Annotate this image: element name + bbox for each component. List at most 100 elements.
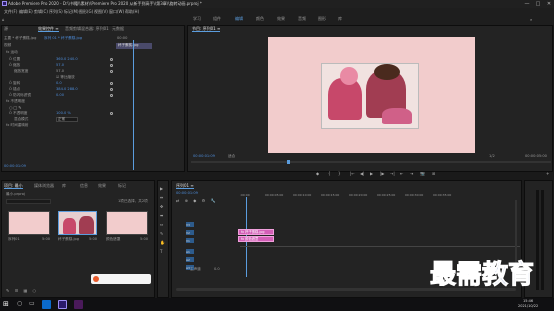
track-target-v2[interactable]: V2 <box>186 230 194 235</box>
fit-select[interactable]: 适合 <box>228 154 235 159</box>
selection-tool-icon[interactable]: ▶ <box>160 186 163 191</box>
razor-tool-icon[interactable]: ⬌ <box>160 213 163 218</box>
tab-libraries[interactable]: 库 <box>62 184 66 188</box>
program-scrubber[interactable] <box>191 161 551 163</box>
motion-effect-label[interactable]: fx 运动 <box>6 50 18 55</box>
clock-time[interactable]: 15:46 <box>523 299 533 304</box>
menu-help[interactable]: 帮助(H) <box>125 10 139 14</box>
pen-tool-icon[interactable]: ✎ <box>160 231 163 236</box>
tab-metadata[interactable]: 元数据 <box>112 27 124 31</box>
workspace-editing[interactable]: 编辑 <box>235 17 243 21</box>
cupcake-thumbnail[interactable] <box>58 211 97 235</box>
tab-effect-controls[interactable]: 效果控件 ≡ <box>38 27 59 32</box>
ripple-edit-tool-icon[interactable]: ✥ <box>160 204 163 209</box>
blend-mode-select[interactable]: 正常 <box>56 117 78 122</box>
go-to-in-icon[interactable]: |← <box>350 171 355 176</box>
maximize-button[interactable]: □ <box>533 1 543 7</box>
go-to-out-icon[interactable]: →| <box>390 171 395 176</box>
play-icon[interactable]: ▶ <box>370 171 373 176</box>
home-icon[interactable]: ⌂ <box>2 17 5 22</box>
task-view-icon[interactable]: ▭ <box>29 300 35 307</box>
search-icon[interactable]: ⌕ <box>530 17 532 22</box>
timeline-clip-cupcake[interactable]: fx 杯子蛋糕.jpg <box>238 229 274 235</box>
menu-graphics[interactable]: 图形(G) <box>79 10 93 14</box>
type-tool-icon[interactable]: T <box>160 249 162 254</box>
track-target-v1[interactable]: V1 <box>186 238 194 243</box>
button-editor-icon[interactable]: + <box>546 171 549 176</box>
menu-marker[interactable]: 标记(M) <box>64 10 79 14</box>
menu-file[interactable]: 文件(F) <box>4 10 17 14</box>
position-value[interactable]: 360.0 240.0 <box>56 57 78 62</box>
sequence-thumbnail[interactable] <box>8 211 50 235</box>
workspace-assembly[interactable]: 组件 <box>213 17 221 21</box>
keyframe-icon[interactable] <box>110 70 113 73</box>
workspace-effects[interactable]: 效果 <box>277 17 285 21</box>
keyframe-icon[interactable] <box>110 88 113 91</box>
resolution-select[interactable]: 1/2 <box>489 154 495 159</box>
opacity-value[interactable]: 100.0 % <box>56 111 71 116</box>
tab-project[interactable]: 项目: 最小 <box>4 184 23 189</box>
color-matte-thumbnail[interactable] <box>106 211 148 235</box>
menu-sequence[interactable]: 序列(S) <box>49 10 63 14</box>
ime-toolbar[interactable] <box>91 274 151 284</box>
track-target-a2[interactable]: A2 <box>186 257 194 262</box>
close-button[interactable]: ✕ <box>544 1 554 7</box>
workspace-libraries[interactable]: 库 <box>338 17 342 21</box>
keyframe-icon[interactable] <box>110 64 113 67</box>
clock-date[interactable]: 2021/10/22 <box>518 304 538 309</box>
tab-effects[interactable]: 效果 <box>98 184 106 188</box>
anchor-value[interactable]: 384.0 288.0 <box>56 87 78 92</box>
timeline-clip-color-matte[interactable]: fx 颜色遮罩 <box>238 236 274 242</box>
mini-playhead[interactable] <box>133 40 134 170</box>
tab-media-browser[interactable]: 媒体浏览器 <box>34 184 54 188</box>
project-view-controls[interactable]: ✎ ☰ ▦ ○ <box>6 288 38 293</box>
rotation-value[interactable]: 0.0 <box>56 81 62 86</box>
track-select-tool-icon[interactable]: ⇹ <box>160 195 163 200</box>
menu-view[interactable]: 视图(V) <box>94 10 108 14</box>
track-target-v3[interactable]: V3 <box>186 222 194 227</box>
antiflicker-value[interactable]: 0.00 <box>56 93 64 98</box>
mark-out-icon[interactable]: } <box>338 171 341 176</box>
tab-sequence[interactable]: 序列01 ≡ <box>176 184 194 189</box>
effect-controls-timecode[interactable]: 00:00:01:09 <box>4 164 26 169</box>
master-track-value[interactable]: 0.0 <box>214 267 220 272</box>
sequence-clip-label[interactable]: 序列 01 * 杯子蛋糕.jpg <box>44 36 82 41</box>
program-timecode[interactable]: 00:00:01:09 <box>193 154 215 159</box>
mark-in-icon[interactable]: { <box>328 171 331 176</box>
tab-audio-mixer[interactable]: 音频剪辑混合器: 序列01 <box>65 27 109 31</box>
mini-timeline-clip[interactable]: 杯子蛋糕.jpg <box>116 43 152 49</box>
menu-edit[interactable]: 编辑(E) <box>19 10 33 14</box>
tab-source[interactable]: 源 <box>4 27 8 31</box>
add-marker-icon[interactable]: ◆ <box>316 171 319 176</box>
workspace-color[interactable]: 颜色 <box>256 17 264 21</box>
workspace-graphics[interactable]: 图形 <box>318 17 326 21</box>
time-remap-label[interactable]: fx 时间重映射 <box>6 123 29 128</box>
workspace-learn[interactable]: 学习 <box>193 17 201 21</box>
keyframe-icon[interactable] <box>110 112 113 115</box>
keyframe-icon[interactable] <box>110 58 113 61</box>
slip-tool-icon[interactable]: ⇔ <box>160 222 163 227</box>
track-target-a1[interactable]: A1 <box>186 249 194 254</box>
tab-program[interactable]: 节目: 序列01 ≡ <box>192 27 221 32</box>
step-back-icon[interactable]: ◀| <box>360 171 364 176</box>
keyframe-icon[interactable] <box>110 82 113 85</box>
timeline-options-icons[interactable]: ⇄ ⊕ ◆ ⚙ 🔧 <box>176 198 217 203</box>
app-taskbar-icon[interactable] <box>74 300 83 309</box>
minimize-button[interactable]: — <box>522 1 532 7</box>
workspace-audio[interactable]: 音频 <box>298 17 306 21</box>
export-frame-icon[interactable]: 📷 <box>420 171 425 176</box>
tab-markers[interactable]: 标记 <box>118 184 126 188</box>
comparison-view-icon[interactable]: ⊞ <box>432 171 435 176</box>
extract-icon[interactable]: ⇥ <box>410 171 413 176</box>
edge-icon[interactable] <box>42 300 51 309</box>
mask-shape-icons[interactable]: ○□✎ <box>9 105 23 110</box>
lift-icon[interactable]: ⇤ <box>400 171 403 176</box>
start-icon[interactable]: ⊞ <box>3 300 9 308</box>
timeline-timecode[interactable]: 00:00:01:09 <box>176 191 198 196</box>
step-forward-icon[interactable]: |▶ <box>380 171 384 176</box>
menu-window[interactable]: 窗口(W) <box>109 10 124 14</box>
project-search-input[interactable] <box>6 199 51 204</box>
search-taskbar-icon[interactable]: ○ <box>17 300 22 307</box>
menu-clip[interactable]: 剪辑(C) <box>34 10 48 14</box>
program-playhead[interactable] <box>287 160 290 164</box>
